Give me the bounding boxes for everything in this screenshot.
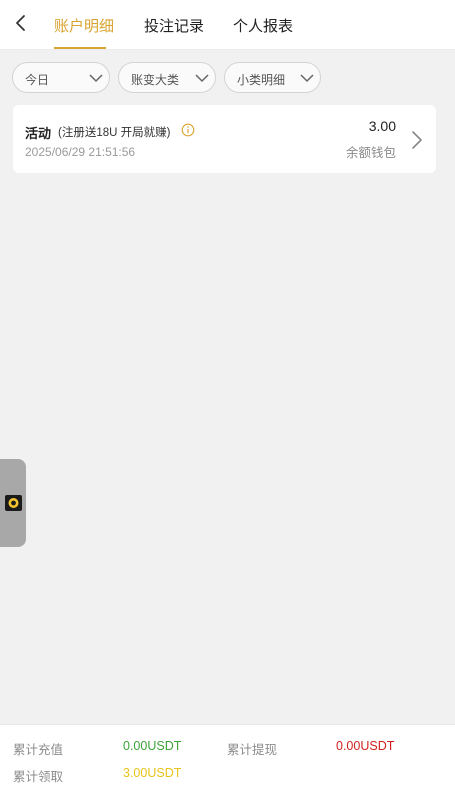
total-recharge-label: 累计充值 [13, 743, 64, 757]
record-subtitle: (注册送18U 开局就赚) [58, 127, 171, 139]
subcategory-filter-dropdown[interactable]: 小类明细 [224, 62, 321, 93]
total-withdraw-label: 累计提现 [227, 743, 278, 757]
back-button[interactable] [10, 11, 34, 35]
date-filter-label: 今日 [25, 73, 50, 87]
total-claim-label: 累计领取 [13, 770, 64, 784]
tab-bet-records[interactable]: 投注记录 [144, 15, 204, 36]
total-recharge-value: 0.00USDT [123, 739, 182, 753]
record-title: 活动 [25, 126, 52, 141]
record-time: 2025/06/29 21:51:56 [25, 145, 136, 159]
record-item[interactable]: 活动 (注册送18U 开局就赚) 2025/06/29 21:51:56 3.0… [13, 105, 436, 173]
subcategory-filter-label: 小类明细 [237, 73, 286, 87]
total-withdraw-value: 0.00USDT [336, 739, 395, 753]
tab-personal-report[interactable]: 个人报表 [233, 15, 293, 36]
top-nav-bar: 账户明细 投注记录 个人报表 [0, 0, 455, 50]
record-wallet: 余额钱包 [345, 146, 396, 160]
chevron-down-icon [89, 74, 103, 83]
tab-account-details[interactable]: 账户明细 [54, 15, 114, 36]
summary-footer: 累计充值 0.00USDT 累计提现 0.00USDT 累计领取 3.00USD… [0, 724, 455, 800]
chevron-down-icon [300, 74, 314, 83]
category-filter-label: 账变大类 [131, 73, 180, 87]
chevron-left-icon [16, 15, 25, 31]
floating-side-handle[interactable] [0, 459, 26, 547]
date-filter-dropdown[interactable]: 今日 [12, 62, 110, 93]
info-icon[interactable] [181, 123, 195, 137]
total-claim-value: 3.00USDT [123, 766, 182, 780]
category-filter-dropdown[interactable]: 账变大类 [118, 62, 216, 93]
record-amount: 3.00 [368, 118, 396, 134]
app-logo-icon [5, 495, 22, 511]
chevron-down-icon [195, 74, 209, 83]
active-tab-indicator [54, 47, 106, 49]
chevron-right-icon [412, 131, 422, 149]
